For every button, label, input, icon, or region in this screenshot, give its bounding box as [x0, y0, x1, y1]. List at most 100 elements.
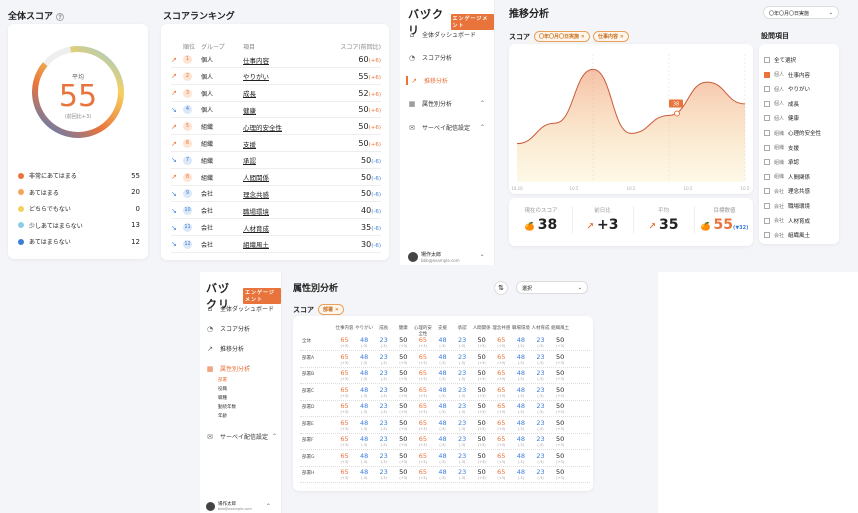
- user-block[interactable]: 場作太郎 bbb@example.com ⌃: [408, 251, 485, 263]
- item-link[interactable]: 承認: [243, 155, 321, 165]
- question-item[interactable]: 会社 理念共感: [764, 187, 844, 195]
- question-item[interactable]: 個人 健康: [764, 114, 844, 122]
- item-link[interactable]: やりがい: [243, 71, 321, 81]
- cell-change: (-3): [380, 360, 387, 365]
- subnav-item[interactable]: 部署: [218, 377, 227, 383]
- table-row[interactable]: ↗ 5 組織 心理的安全性 50(+6): [171, 119, 381, 136]
- checkbox[interactable]: [764, 130, 770, 136]
- checkbox[interactable]: [764, 159, 770, 166]
- item-link[interactable]: 人間関係: [243, 172, 321, 182]
- question-group: 個人: [774, 72, 785, 79]
- filter-tag-dept[interactable]: 部署 ✕: [318, 304, 344, 315]
- matrix-cell: 65 (+3): [335, 336, 354, 348]
- matrix-cell: 23 (-3): [453, 402, 472, 414]
- matrix-cell: 23 (-3): [531, 435, 550, 447]
- table-row[interactable]: ↗ 8 組織 人間関係 50(-6): [171, 170, 381, 186]
- item-link[interactable]: 健康: [243, 105, 321, 115]
- subnav-item[interactable]: 職種: [218, 395, 227, 401]
- question-item[interactable]: 組織 人間関係: [764, 173, 844, 181]
- subnav-item[interactable]: 勤続年数: [218, 404, 236, 410]
- attribute-select[interactable]: 選択 ⌄: [516, 281, 588, 294]
- question-item[interactable]: 会社 職場環境: [764, 202, 844, 210]
- checkbox[interactable]: [764, 217, 770, 224]
- question-item[interactable]: 個人 仕事内容: [764, 71, 844, 79]
- checkbox[interactable]: [764, 203, 770, 209]
- nav-dashboard[interactable]: ⌂ 全体ダッシュボード: [206, 304, 274, 314]
- subnav-item[interactable]: 年齢: [218, 413, 227, 419]
- table-row[interactable]: ↗ 2 個人 やりがい 55(+6): [171, 69, 381, 85]
- cell-change: (+3): [399, 393, 408, 398]
- question-item[interactable]: 個人 成長: [764, 100, 844, 108]
- matrix-cell: 50 (+3): [472, 452, 491, 464]
- question-item[interactable]: 会社 人材育成: [764, 217, 844, 225]
- table-row[interactable]: ↘ 11 会社 人材育成 35(-6): [171, 220, 381, 236]
- score-cell: 50(-6): [321, 156, 381, 165]
- question-item[interactable]: 全て選択: [764, 56, 844, 64]
- nav-score[interactable]: ◔ スコア分析: [408, 53, 452, 63]
- item-link[interactable]: 組織風土: [243, 239, 321, 249]
- checkbox[interactable]: [764, 100, 770, 107]
- filter-tag-item[interactable]: 仕事内容 ✕: [592, 31, 629, 42]
- rank-cell: 1: [183, 55, 201, 64]
- nav-survey[interactable]: ✉ サーベイ配信設定 ⌃: [206, 432, 277, 442]
- checkbox[interactable]: [764, 71, 770, 78]
- rank-cell: 4: [183, 105, 201, 115]
- avatar: [206, 501, 215, 511]
- checkbox[interactable]: [764, 115, 770, 122]
- group-cell: 個人: [201, 107, 214, 115]
- question-group: 組織: [774, 145, 785, 152]
- table-row[interactable]: ↗ 3 個人 成長 52(+6): [171, 86, 381, 102]
- checkbox[interactable]: [764, 188, 770, 195]
- question-item[interactable]: 組織 承認: [764, 158, 844, 166]
- nav-dashboard[interactable]: ⌂ 全体ダッシュボード: [408, 30, 476, 40]
- item-link[interactable]: 理念共感: [243, 189, 321, 199]
- cell-change: (+3): [418, 410, 427, 414]
- item-link[interactable]: 職場環境: [243, 206, 321, 216]
- table-row[interactable]: ↘ 7 組織 承認 50(-6): [171, 153, 381, 169]
- checkbox[interactable]: [764, 57, 770, 63]
- nav-score[interactable]: ◔ スコア分析: [206, 324, 250, 334]
- table-row[interactable]: ↗ 6 組織 支援 50(+6): [171, 136, 381, 152]
- table-row[interactable]: ↘ 10 会社 職場環境 40(-6): [171, 203, 381, 220]
- item-link[interactable]: 心理的安全性: [243, 122, 321, 132]
- row-divider: [300, 432, 590, 434]
- help-icon[interactable]: ?: [56, 12, 65, 21]
- table-row[interactable]: ↘ 4 個人 健康 50(+6): [171, 102, 381, 119]
- rank-cell: 2: [183, 71, 201, 81]
- nav-trend[interactable]: ↗ 推移分析: [206, 344, 244, 354]
- nav-attribute[interactable]: ▦ 属性別分析 ⌃: [408, 99, 485, 109]
- question-item[interactable]: 組織 支援: [764, 144, 844, 152]
- checkbox[interactable]: [764, 144, 770, 151]
- date-select[interactable]: 〇年〇月〇日実施 ⌄: [763, 6, 839, 19]
- cell-value: 65: [418, 435, 428, 443]
- item-link[interactable]: 支援: [243, 139, 321, 149]
- nav-survey[interactable]: ✉ サーベイ配信設定 ⌃: [408, 123, 485, 133]
- matrix-cell: 23 (-3): [453, 435, 472, 447]
- legend-label: 少しあてはまらない: [29, 222, 83, 230]
- question-item[interactable]: 会社 組織風土: [764, 231, 844, 239]
- nav-attribute[interactable]: ▦ 属性別分析 ⌃: [206, 364, 251, 374]
- checkbox[interactable]: [764, 86, 770, 93]
- stat-number: 35: [659, 217, 679, 233]
- table-row[interactable]: ↗ 1 個人 仕事内容 60(+6): [171, 52, 381, 68]
- user-block[interactable]: 場作太郎 bbb@example.com ⌃: [206, 501, 271, 511]
- cell-change: (+3): [477, 443, 486, 447]
- cell-change: (+3): [556, 459, 565, 464]
- nav-trend[interactable]: ↗ 推移分析: [406, 76, 494, 85]
- item-link[interactable]: 成長: [243, 88, 321, 98]
- table-row[interactable]: ↘ 9 会社 理念共感 50(-6): [171, 186, 381, 203]
- question-item[interactable]: 個人 やりがい: [764, 85, 844, 93]
- trend-point[interactable]: [674, 110, 680, 117]
- item-link[interactable]: 仕事内容: [243, 55, 321, 65]
- item-link[interactable]: 人材育成: [243, 223, 321, 233]
- checkbox[interactable]: [764, 173, 770, 180]
- question-item[interactable]: 組織 心理的安全性: [764, 129, 844, 137]
- table-row[interactable]: ↘ 12 会社 組織風土 30(-6): [171, 237, 381, 253]
- checkbox[interactable]: [764, 232, 770, 239]
- filter-tag-date[interactable]: 〇年〇月〇日実施 ✕: [534, 31, 590, 42]
- matrix-cell: 23 (-3): [531, 402, 550, 414]
- sort-icon[interactable]: ⇅: [494, 281, 508, 295]
- cell-value: 50: [555, 352, 565, 361]
- cell-value: 50: [399, 402, 408, 410]
- subnav-item[interactable]: 役職: [218, 386, 227, 392]
